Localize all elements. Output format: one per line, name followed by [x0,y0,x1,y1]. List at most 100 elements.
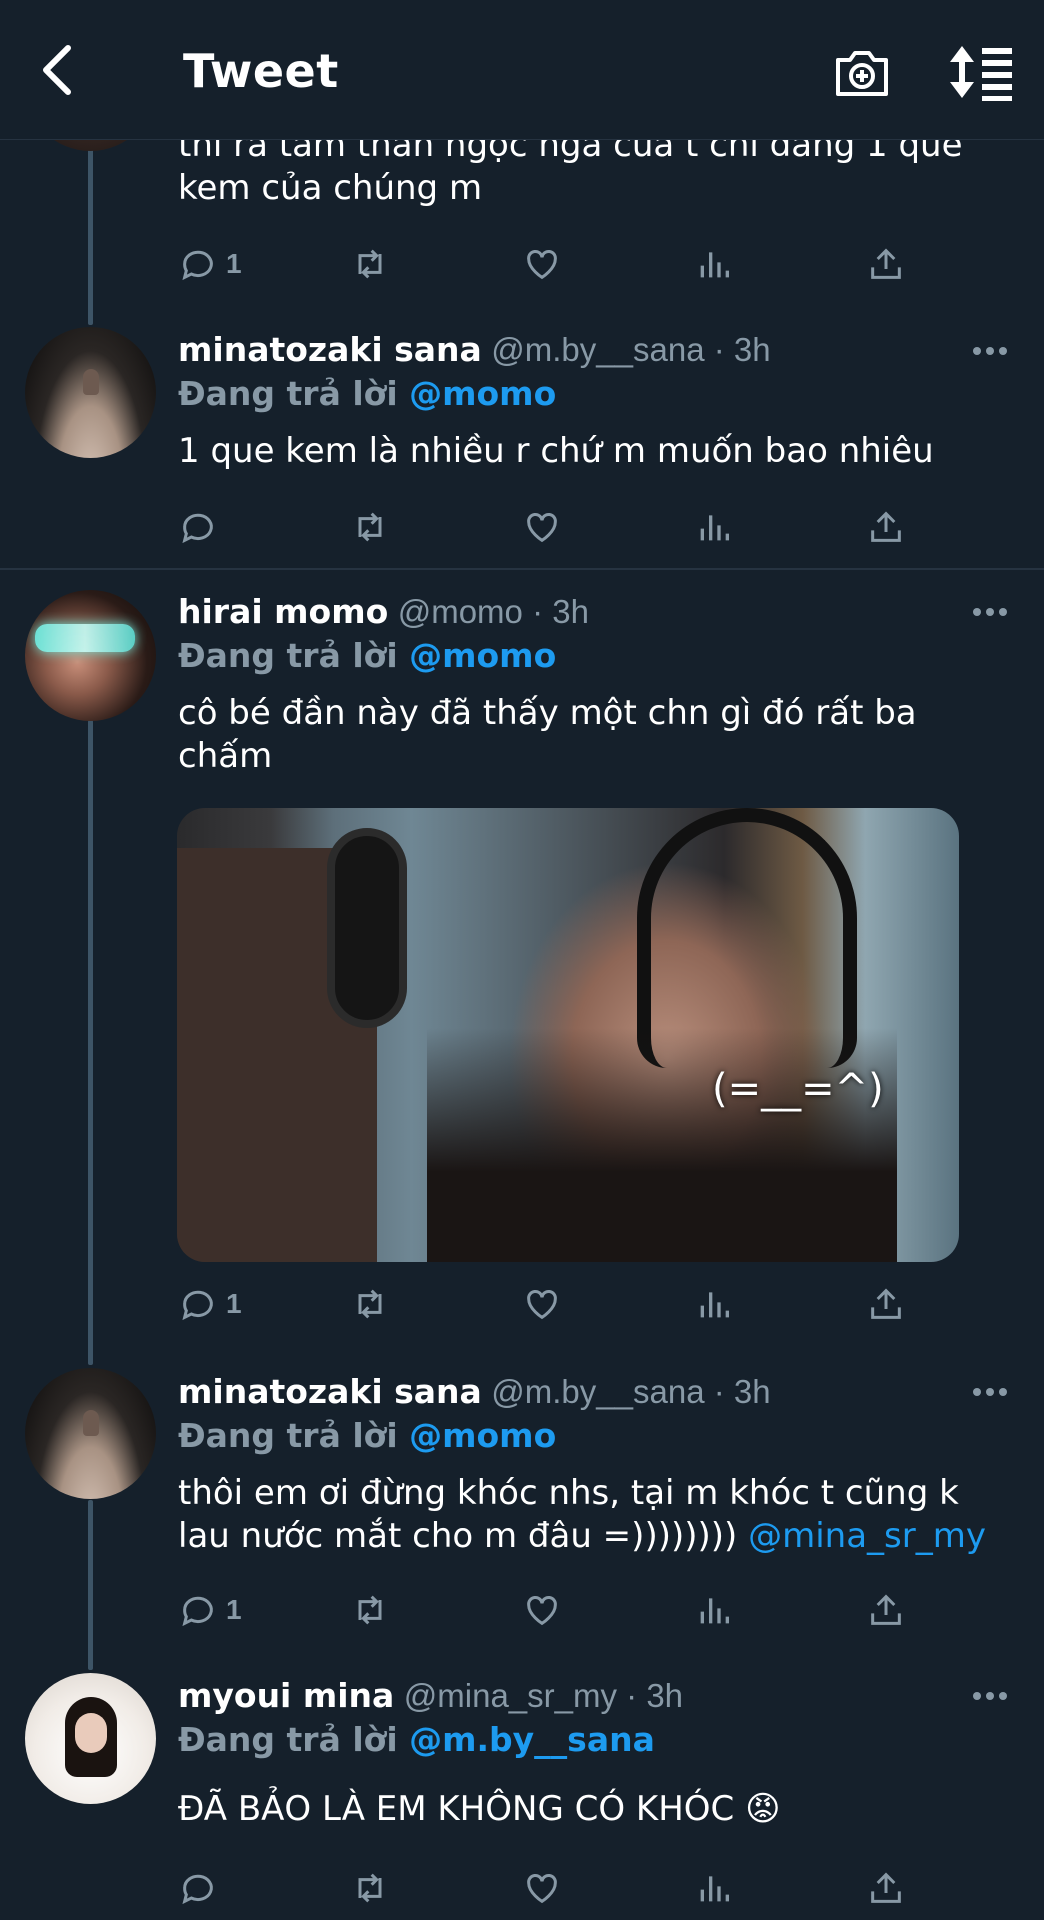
display-name[interactable]: myoui mina [178,1676,394,1715]
tweet-header: hirai momo @momo · 3h [178,592,589,632]
like-button[interactable] [522,1588,562,1632]
tweet-text: ĐÃ BẢO LÀ EM KHÔNG CÓ KHÓC 😡 [178,1789,781,1829]
retweet-icon [358,512,382,542]
sort-icon[interactable] [948,42,1016,102]
retweet-icon [358,1595,382,1625]
tweet-text: cô bé đần này đã thấy một chn gì đó rất … [178,693,917,776]
share-button[interactable] [866,1588,906,1632]
avatar[interactable] [25,327,156,458]
tweet-header: myoui mina @mina_sr_my · 3h [178,1676,683,1716]
share-button[interactable] [866,1282,906,1326]
stats-button[interactable] [694,242,734,286]
handle: @m.by__sana · 3h [491,331,771,368]
more-icon[interactable] [972,345,1008,357]
stats-button[interactable] [694,1282,734,1326]
stats-icon [700,1292,729,1318]
like-icon [527,513,557,543]
back-arrow-icon[interactable] [30,40,90,100]
like-button[interactable] [522,242,562,286]
tweet-actions: 1 [178,1282,918,1326]
reply-count: 1 [226,1594,242,1625]
replying-label: Đang trả lời [178,636,410,675]
tweet-header: minatozaki sana @m.by__sana · 3h [178,1372,771,1412]
more-icon[interactable] [972,1690,1008,1702]
like-button[interactable] [522,505,562,549]
media-caption: (=__=^) [712,1066,884,1112]
handle: @mina_sr_my · 3h [403,1677,684,1714]
mention-link[interactable]: @momo [409,636,556,675]
top-bar: Tweet [0,0,1044,140]
tweet-text: thôi em ơi đừng khóc nhs, tại m khóc t c… [178,1472,1018,1558]
stats-button[interactable] [694,1866,734,1910]
share-icon [871,1288,901,1319]
reply-count: 1 [226,248,242,279]
replying-to: Đang trả lời @momo [178,374,556,413]
retweet-button[interactable] [350,1588,390,1632]
tweet-text: 1 que kem là nhiều r chứ m muốn bao nhiê… [178,431,934,471]
mention-link[interactable]: @momo [409,374,556,413]
mention-link[interactable]: @mina_sr_my [748,1516,986,1556]
like-icon [527,1874,557,1904]
like-icon [527,250,557,280]
handle: @m.by__sana · 3h [491,1373,771,1410]
replying-to: Đang trả lời @m.by__sana [178,1720,655,1759]
retweet-button[interactable] [350,1282,390,1326]
reply-button[interactable] [178,505,218,549]
thread-line [88,130,93,325]
reply-button[interactable] [178,1866,218,1910]
mention-link[interactable]: @momo [409,1416,556,1455]
media-hair [427,1028,897,1262]
like-button[interactable] [522,1282,562,1326]
stats-icon [700,1598,729,1624]
retweet-button[interactable] [350,1866,390,1910]
avatar[interactable] [25,1673,156,1804]
reply-button[interactable]: 1 [178,1282,242,1326]
reply-icon [182,250,213,281]
stats-button[interactable] [694,505,734,549]
reply-icon [182,1874,213,1905]
tweet-actions [178,1866,918,1910]
retweet-button[interactable] [350,505,390,549]
display-name[interactable]: minatozaki sana [178,1372,482,1411]
share-button[interactable] [866,1866,906,1910]
tweet-media-image[interactable]: (=__=^) [177,808,959,1262]
share-button[interactable] [866,242,906,286]
stats-button[interactable] [694,1588,734,1632]
reply-count: 1 [226,1288,242,1319]
handle: @momo · 3h [397,593,589,630]
like-button[interactable] [522,1866,562,1910]
more-icon[interactable] [972,606,1008,618]
retweet-icon [358,249,382,279]
replying-label: Đang trả lời [178,1720,410,1759]
share-icon [871,1872,901,1903]
thread-line [88,720,93,1365]
reply-button[interactable]: 1 [178,1588,242,1632]
share-icon [871,511,901,542]
like-icon [527,1596,557,1626]
replying-label: Đang trả lời [178,374,410,413]
camera-plus-icon[interactable] [832,42,892,102]
avatar[interactable] [25,590,156,721]
retweet-icon [358,1873,382,1903]
retweet-icon [358,1289,382,1319]
share-icon [871,1594,901,1625]
share-button[interactable] [866,505,906,549]
display-name[interactable]: minatozaki sana [178,330,482,369]
stats-icon [700,252,729,278]
page-title: Tweet [183,44,339,98]
replying-to: Đang trả lời @momo [178,1416,556,1455]
reply-icon [182,1290,213,1321]
replying-label: Đang trả lời [178,1416,410,1455]
retweet-button[interactable] [350,242,390,286]
tweet-actions [178,505,918,549]
avatar[interactable] [25,1368,156,1499]
reply-button[interactable]: 1 [178,242,242,286]
more-icon[interactable] [972,1386,1008,1398]
display-name[interactable]: hirai momo [178,592,388,631]
thread-line [88,1500,93,1670]
reply-icon [182,1596,213,1627]
mention-link[interactable]: @m.by__sana [409,1720,655,1759]
stats-icon [700,515,729,541]
tweet-feed: thì ra tâm thân ngọc ngà của t chỉ đáng … [0,0,1044,1920]
avatar-face [75,1713,107,1753]
